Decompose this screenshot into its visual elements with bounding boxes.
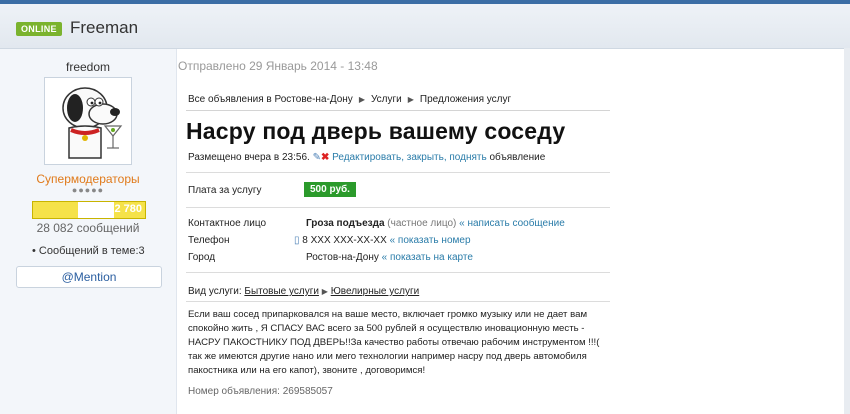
ad-screenshot: Все объявления в Ростове-на-Дону ▶ Услуги ▶… bbox=[184, 90, 614, 410]
price-badge: 500 руб. bbox=[304, 182, 356, 197]
post-header: ONLINE Freeman bbox=[0, 4, 850, 49]
breadcrumb-separator-icon: ▶ bbox=[321, 287, 328, 296]
divider bbox=[186, 301, 610, 302]
rank-dots: ●●●●● bbox=[71, 185, 105, 195]
price-label: Плата за услугу bbox=[188, 185, 262, 196]
breadcrumb-separator-icon: ▶ bbox=[358, 95, 365, 104]
ad-posted-time: Размещено вчера в 23:56. bbox=[188, 152, 310, 163]
divider bbox=[186, 272, 610, 273]
contact-type: (частное лицо) bbox=[387, 218, 457, 229]
breadcrumb-item-services[interactable]: Услуги bbox=[371, 94, 402, 105]
phone-value: ▯ 8 XXX XXX-XX-XX « показать номер bbox=[294, 235, 471, 246]
phone-number: 8 XXX XXX-XX-XX bbox=[302, 235, 387, 246]
breadcrumb-item-all[interactable]: Все объявления в Ростове-на-Дону bbox=[188, 94, 353, 105]
online-badge: ONLINE bbox=[16, 22, 62, 36]
ad-posted-line: Размещено вчера в 23:56. ✎✖ Редактироват… bbox=[188, 152, 545, 163]
service-category-link[interactable]: Бытовые услуги bbox=[244, 286, 319, 297]
thread-message-count: • Сообщений в теме:3 bbox=[32, 245, 145, 257]
service-type-label: Вид услуги: bbox=[188, 286, 242, 297]
mention-button[interactable]: @Mention bbox=[16, 266, 162, 288]
author-sidebar: freedom Супермодераторы ●●●●● 2 780 28 0… bbox=[0, 49, 177, 414]
write-message-link[interactable]: « написать сообщение bbox=[459, 218, 565, 229]
user-group: Супермодераторы bbox=[36, 172, 140, 186]
divider bbox=[186, 207, 610, 208]
city-label: Город bbox=[188, 252, 216, 263]
ad-number: Номер объявления: 269585057 bbox=[188, 386, 333, 397]
thread-message-count-text: Сообщений в теме:3 bbox=[38, 245, 145, 257]
delete-icon: ✖ bbox=[320, 152, 330, 163]
pencil-icon: ✎ bbox=[312, 152, 321, 163]
service-subcategory-link[interactable]: Ювелирные услуги bbox=[331, 286, 420, 297]
reputation-bar: 2 780 bbox=[32, 201, 146, 219]
dog-avatar-icon bbox=[45, 78, 131, 164]
service-type: Вид услуги: Бытовые услуги ▶ Ювелирные у… bbox=[188, 286, 419, 297]
ad-posted-suffix: объявление bbox=[489, 152, 546, 163]
post-date: Отправлено 29 Январь 2014 - 13:48 bbox=[178, 59, 378, 73]
breadcrumb-separator-icon: ▶ bbox=[407, 95, 414, 104]
ad-title: Насру под дверь вашему соседу bbox=[186, 118, 566, 144]
phone-icon: ▯ bbox=[294, 235, 300, 246]
scrollbar[interactable] bbox=[844, 48, 850, 414]
reputation-bar-fill bbox=[33, 202, 78, 218]
edit-link[interactable]: Редактировать, закрыть, поднять bbox=[332, 152, 487, 163]
breadcrumb-item-offers[interactable]: Предложения услуг bbox=[420, 94, 511, 105]
author-login[interactable]: freedom bbox=[0, 60, 176, 74]
phone-label: Телефон bbox=[188, 235, 230, 246]
contact-label: Контактное лицо bbox=[188, 218, 267, 229]
author-name[interactable]: Freeman bbox=[70, 18, 138, 38]
city-value: Ростов-на-Дону « показать на карте bbox=[306, 252, 473, 263]
divider bbox=[186, 172, 610, 173]
contact-name: Гроза подъезда bbox=[306, 218, 385, 229]
city-name: Ростов-на-Дону bbox=[306, 252, 379, 263]
avatar[interactable] bbox=[44, 77, 132, 165]
contact-value: Гроза подъезда (частное лицо) « написать… bbox=[306, 218, 565, 229]
breadcrumb: Все объявления в Ростове-на-Дону ▶ Услуги ▶… bbox=[188, 94, 511, 105]
message-count: 28 082 сообщений bbox=[36, 221, 140, 235]
reputation-points: 2 780 bbox=[114, 203, 142, 215]
ad-description: Если ваш сосед припарковался на ваше мес… bbox=[188, 309, 600, 376]
show-map-link[interactable]: « показать на карте bbox=[382, 252, 473, 263]
divider bbox=[186, 110, 610, 111]
show-number-link[interactable]: « показать номер bbox=[390, 235, 471, 246]
